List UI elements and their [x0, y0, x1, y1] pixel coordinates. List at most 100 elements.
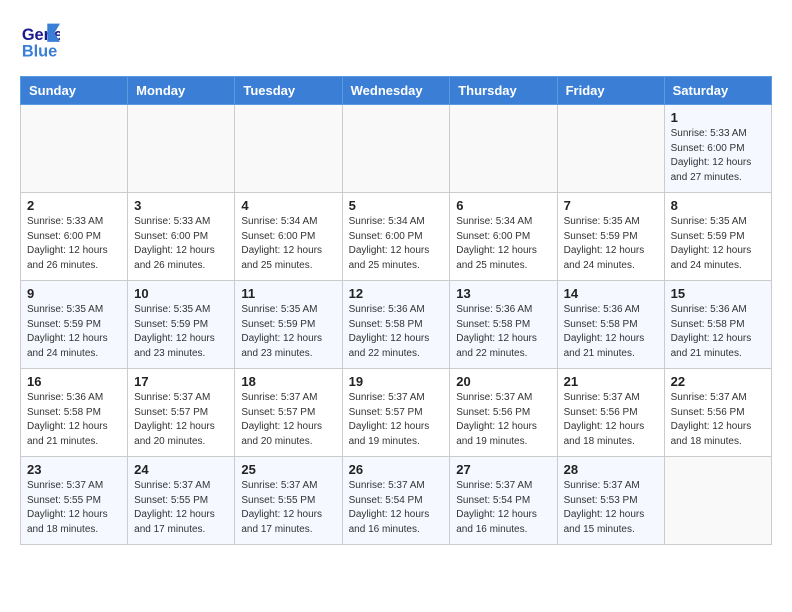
day-header-wednesday: Wednesday [342, 77, 450, 105]
week-row-1: 1 Sunrise: 5:33 AM Sunset: 6:00 PM Daylig… [21, 105, 772, 193]
day-cell: 23 Sunrise: 5:37 AM Sunset: 5:55 PM Dayli… [21, 457, 128, 545]
day-number: 2 [27, 198, 121, 213]
day-number: 8 [671, 198, 765, 213]
day-number: 1 [671, 110, 765, 125]
day-info: Sunrise: 5:37 AM Sunset: 5:56 PM Dayligh… [671, 391, 765, 449]
day-info: Sunrise: 5:33 AM Sunset: 6:00 PM Dayligh… [671, 127, 765, 185]
day-cell: 19 Sunrise: 5:37 AM Sunset: 5:57 PM Dayli… [342, 369, 450, 457]
day-info: Sunrise: 5:36 AM Sunset: 5:58 PM Dayligh… [27, 391, 121, 449]
day-cell: 1 Sunrise: 5:33 AM Sunset: 6:00 PM Daylig… [664, 105, 771, 193]
day-number: 28 [564, 462, 658, 477]
day-info: Sunrise: 5:37 AM Sunset: 5:55 PM Dayligh… [27, 479, 121, 537]
day-info: Sunrise: 5:35 AM Sunset: 5:59 PM Dayligh… [134, 303, 228, 361]
day-cell: 20 Sunrise: 5:37 AM Sunset: 5:56 PM Dayli… [450, 369, 557, 457]
day-info: Sunrise: 5:37 AM Sunset: 5:56 PM Dayligh… [564, 391, 658, 449]
svg-text:Blue: Blue [22, 42, 57, 60]
day-cell: 13 Sunrise: 5:36 AM Sunset: 5:58 PM Dayli… [450, 281, 557, 369]
day-header-friday: Friday [557, 77, 664, 105]
day-info: Sunrise: 5:37 AM Sunset: 5:55 PM Dayligh… [241, 479, 335, 537]
day-cell: 4Sunrise: 5:34 AM Sunset: 6:00 PM Daylig… [235, 193, 342, 281]
day-info: Sunrise: 5:36 AM Sunset: 5:58 PM Dayligh… [671, 303, 765, 361]
day-number: 6 [456, 198, 550, 213]
day-cell: 10 Sunrise: 5:35 AM Sunset: 5:59 PM Dayli… [128, 281, 235, 369]
day-cell: 5 Sunrise: 5:34 AM Sunset: 6:00 PM Daylig… [342, 193, 450, 281]
day-number: 14 [564, 286, 658, 301]
day-info: Sunrise: 5:33 AM Sunset: 6:00 PM Dayligh… [27, 215, 121, 273]
day-cell: 14 Sunrise: 5:36 AM Sunset: 5:58 PM Dayli… [557, 281, 664, 369]
day-cell [128, 105, 235, 193]
day-info: Sunrise: 5:37 AM Sunset: 5:57 PM Dayligh… [134, 391, 228, 449]
day-header-saturday: Saturday [664, 77, 771, 105]
day-cell: 11 Sunrise: 5:35 AM Sunset: 5:59 PM Dayli… [235, 281, 342, 369]
day-cell: 25 Sunrise: 5:37 AM Sunset: 5:55 PM Dayli… [235, 457, 342, 545]
day-info: Sunrise: 5:37 AM Sunset: 5:55 PM Dayligh… [134, 479, 228, 537]
day-header-sunday: Sunday [21, 77, 128, 105]
calendar-table: SundayMondayTuesdayWednesdayThursdayFrid… [20, 76, 772, 545]
day-cell: 12 Sunrise: 5:36 AM Sunset: 5:58 PM Dayli… [342, 281, 450, 369]
day-info: Sunrise: 5:36 AM Sunset: 5:58 PM Dayligh… [564, 303, 658, 361]
logo: General Blue [20, 20, 64, 60]
day-info: Sunrise: 5:35 AM Sunset: 5:59 PM Dayligh… [671, 215, 765, 273]
day-number: 27 [456, 462, 550, 477]
day-header-tuesday: Tuesday [235, 77, 342, 105]
day-cell [557, 105, 664, 193]
day-cell: 6 Sunrise: 5:34 AM Sunset: 6:00 PM Daylig… [450, 193, 557, 281]
day-info: Sunrise: 5:37 AM Sunset: 5:56 PM Dayligh… [456, 391, 550, 449]
day-number: 3 [134, 198, 228, 213]
day-header-thursday: Thursday [450, 77, 557, 105]
day-cell [235, 105, 342, 193]
day-number: 22 [671, 374, 765, 389]
day-number: 16 [27, 374, 121, 389]
day-cell: 2 Sunrise: 5:33 AM Sunset: 6:00 PM Daylig… [21, 193, 128, 281]
day-info: Sunrise: 5:36 AM Sunset: 5:58 PM Dayligh… [349, 303, 444, 361]
day-number: 5 [349, 198, 444, 213]
day-info: Sunrise: 5:36 AM Sunset: 5:58 PM Dayligh… [456, 303, 550, 361]
day-cell: 9Sunrise: 5:35 AM Sunset: 5:59 PM Daylig… [21, 281, 128, 369]
header: General Blue [20, 20, 772, 60]
week-row-4: 16 Sunrise: 5:36 AM Sunset: 5:58 PM Dayli… [21, 369, 772, 457]
day-cell: 28 Sunrise: 5:37 AM Sunset: 5:53 PM Dayli… [557, 457, 664, 545]
day-cell: 3 Sunrise: 5:33 AM Sunset: 6:00 PM Daylig… [128, 193, 235, 281]
day-cell: 27 Sunrise: 5:37 AM Sunset: 5:54 PM Dayli… [450, 457, 557, 545]
day-number: 25 [241, 462, 335, 477]
day-number: 12 [349, 286, 444, 301]
day-number: 20 [456, 374, 550, 389]
day-number: 17 [134, 374, 228, 389]
day-number: 11 [241, 286, 335, 301]
day-info: Sunrise: 5:37 AM Sunset: 5:53 PM Dayligh… [564, 479, 658, 537]
day-info: Sunrise: 5:33 AM Sunset: 6:00 PM Dayligh… [134, 215, 228, 273]
day-cell: 8 Sunrise: 5:35 AM Sunset: 5:59 PM Daylig… [664, 193, 771, 281]
day-cell [21, 105, 128, 193]
day-info: Sunrise: 5:35 AM Sunset: 5:59 PM Dayligh… [241, 303, 335, 361]
day-cell [664, 457, 771, 545]
day-info: Sunrise: 5:37 AM Sunset: 5:54 PM Dayligh… [456, 479, 550, 537]
day-cell: 24 Sunrise: 5:37 AM Sunset: 5:55 PM Dayli… [128, 457, 235, 545]
day-cell: 16 Sunrise: 5:36 AM Sunset: 5:58 PM Dayli… [21, 369, 128, 457]
day-number: 24 [134, 462, 228, 477]
calendar-header-row: SundayMondayTuesdayWednesdayThursdayFrid… [21, 77, 772, 105]
day-cell: 15 Sunrise: 5:36 AM Sunset: 5:58 PM Dayli… [664, 281, 771, 369]
day-info: Sunrise: 5:34 AM Sunset: 6:00 PM Dayligh… [349, 215, 444, 273]
logo-icon: General Blue [20, 20, 60, 60]
day-cell: 7Sunrise: 5:35 AM Sunset: 5:59 PM Daylig… [557, 193, 664, 281]
day-info: Sunrise: 5:37 AM Sunset: 5:57 PM Dayligh… [241, 391, 335, 449]
day-number: 19 [349, 374, 444, 389]
day-header-monday: Monday [128, 77, 235, 105]
week-row-3: 9 Sunrise: 5:35 AM Sunset: 5:59 PM Daylig… [21, 281, 772, 369]
day-number: 26 [349, 462, 444, 477]
week-row-2: 2 Sunrise: 5:33 AM Sunset: 6:00 PM Daylig… [21, 193, 772, 281]
day-cell: 17 Sunrise: 5:37 AM Sunset: 5:57 PM Dayli… [128, 369, 235, 457]
day-number: 15 [671, 286, 765, 301]
day-number: 10 [134, 286, 228, 301]
day-cell [450, 105, 557, 193]
day-number: 23 [27, 462, 121, 477]
day-info: Sunrise: 5:34 AM Sunset: 6:00 PM Dayligh… [456, 215, 550, 273]
day-cell: 22 Sunrise: 5:37 AM Sunset: 5:56 PM Dayli… [664, 369, 771, 457]
day-number: 4 [241, 198, 335, 213]
day-number: 9 [27, 286, 121, 301]
day-number: 13 [456, 286, 550, 301]
day-number: 18 [241, 374, 335, 389]
day-info: Sunrise: 5:37 AM Sunset: 5:57 PM Dayligh… [349, 391, 444, 449]
day-number: 21 [564, 374, 658, 389]
day-info: Sunrise: 5:35 AM Sunset: 5:59 PM Dayligh… [564, 215, 658, 273]
